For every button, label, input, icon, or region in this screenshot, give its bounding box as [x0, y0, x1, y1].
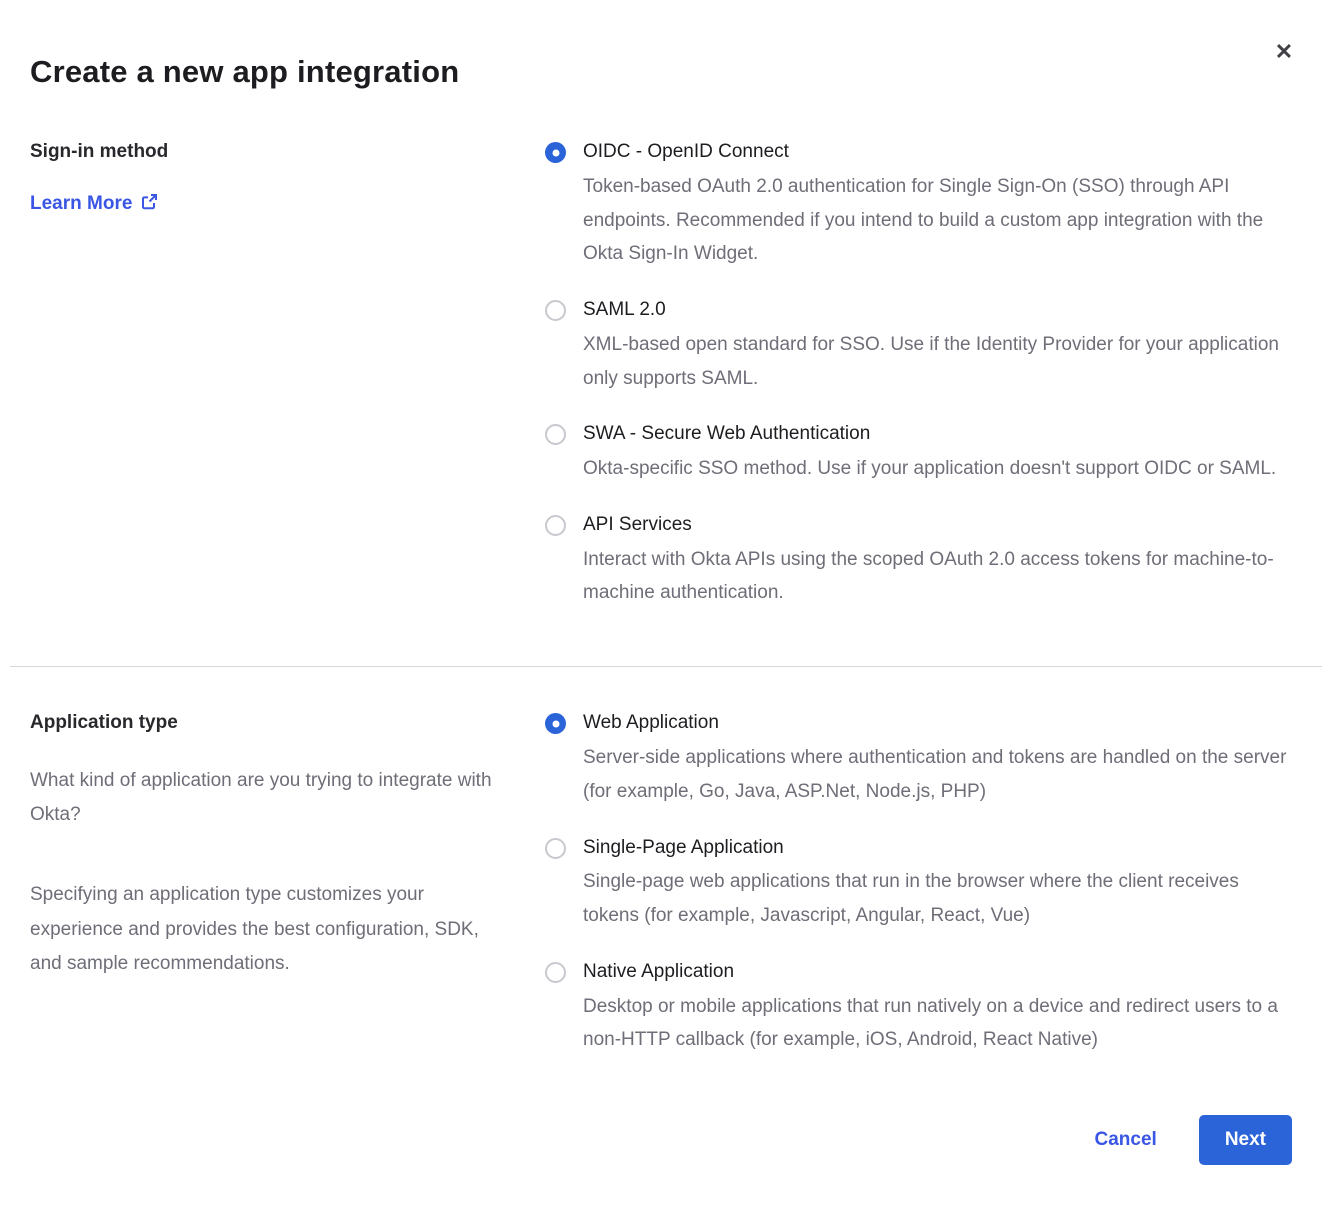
radio-option-swa[interactable]: SWA - Secure Web Authentication Okta-spe… — [545, 422, 1292, 486]
option-description: Token-based OAuth 2.0 authentication for… — [583, 170, 1292, 271]
option-text: SAML 2.0 XML-based open standard for SSO… — [583, 298, 1292, 395]
option-text: Single-Page Application Single-page web … — [583, 836, 1292, 933]
option-description: Server-side applications where authentic… — [583, 741, 1292, 809]
external-link-icon — [141, 193, 158, 216]
radio-selected-icon[interactable] — [545, 142, 566, 163]
radio-option-native-application[interactable]: Native Application Desktop or mobile app… — [545, 960, 1292, 1057]
signin-method-options: OIDC - OpenID Connect Token-based OAuth … — [545, 140, 1292, 610]
signin-method-section: Sign-in method Learn More OIDC - OpenID … — [30, 140, 1292, 610]
option-label[interactable]: Web Application — [583, 711, 1292, 736]
signin-method-label: Sign-in method — [30, 140, 515, 165]
option-label[interactable]: Native Application — [583, 960, 1292, 985]
option-text: API Services Interact with Okta APIs usi… — [583, 513, 1292, 610]
option-label[interactable]: Single-Page Application — [583, 836, 1292, 861]
radio-option-web-application[interactable]: Web Application Server-side applications… — [545, 711, 1292, 808]
learn-more-link[interactable]: Learn More — [30, 193, 158, 216]
radio-option-saml[interactable]: SAML 2.0 XML-based open standard for SSO… — [545, 298, 1292, 395]
radio-option-oidc[interactable]: OIDC - OpenID Connect Token-based OAuth … — [545, 140, 1292, 271]
option-description: Okta-specific SSO method. Use if your ap… — [583, 452, 1276, 486]
radio-unselected-icon[interactable] — [545, 838, 566, 859]
radio-unselected-icon[interactable] — [545, 300, 566, 321]
option-description: Single-page web applications that run in… — [583, 865, 1292, 933]
application-type-question: What kind of application are you trying … — [30, 764, 500, 832]
radio-unselected-icon[interactable] — [545, 962, 566, 983]
option-text: Native Application Desktop or mobile app… — [583, 960, 1292, 1057]
option-label[interactable]: SWA - Secure Web Authentication — [583, 422, 1276, 447]
signin-method-left-column: Sign-in method Learn More — [30, 140, 545, 216]
close-icon[interactable]: ✕ — [1268, 36, 1300, 68]
dialog-footer: Cancel Next — [30, 1115, 1292, 1165]
application-type-left-column: Application type What kind of applicatio… — [30, 711, 545, 981]
option-description: Desktop or mobile applications that run … — [583, 990, 1292, 1058]
radio-unselected-icon[interactable] — [545, 424, 566, 445]
option-label[interactable]: OIDC - OpenID Connect — [583, 140, 1292, 165]
cancel-button[interactable]: Cancel — [1095, 1129, 1157, 1151]
option-label[interactable]: SAML 2.0 — [583, 298, 1292, 323]
application-type-options: Web Application Server-side applications… — [545, 711, 1292, 1057]
option-text: OIDC - OpenID Connect Token-based OAuth … — [583, 140, 1292, 271]
option-description: XML-based open standard for SSO. Use if … — [583, 328, 1292, 396]
application-type-section: Application type What kind of applicatio… — [30, 711, 1292, 1057]
option-label[interactable]: API Services — [583, 513, 1292, 538]
application-type-label: Application type — [30, 711, 515, 736]
create-app-integration-dialog: ✕ Create a new app integration Sign-in m… — [0, 0, 1332, 1211]
next-button[interactable]: Next — [1199, 1115, 1292, 1165]
radio-option-single-page-application[interactable]: Single-Page Application Single-page web … — [545, 836, 1292, 933]
radio-selected-icon[interactable] — [545, 713, 566, 734]
page-title: Create a new app integration — [30, 54, 1292, 90]
radio-unselected-icon[interactable] — [545, 515, 566, 536]
section-divider — [10, 666, 1322, 667]
application-type-help-text: Specifying an application type customize… — [30, 878, 500, 981]
option-text: Web Application Server-side applications… — [583, 711, 1292, 808]
learn-more-label: Learn More — [30, 193, 132, 215]
option-description: Interact with Okta APIs using the scoped… — [583, 543, 1292, 611]
radio-option-api-services[interactable]: API Services Interact with Okta APIs usi… — [545, 513, 1292, 610]
option-text: SWA - Secure Web Authentication Okta-spe… — [583, 422, 1276, 486]
